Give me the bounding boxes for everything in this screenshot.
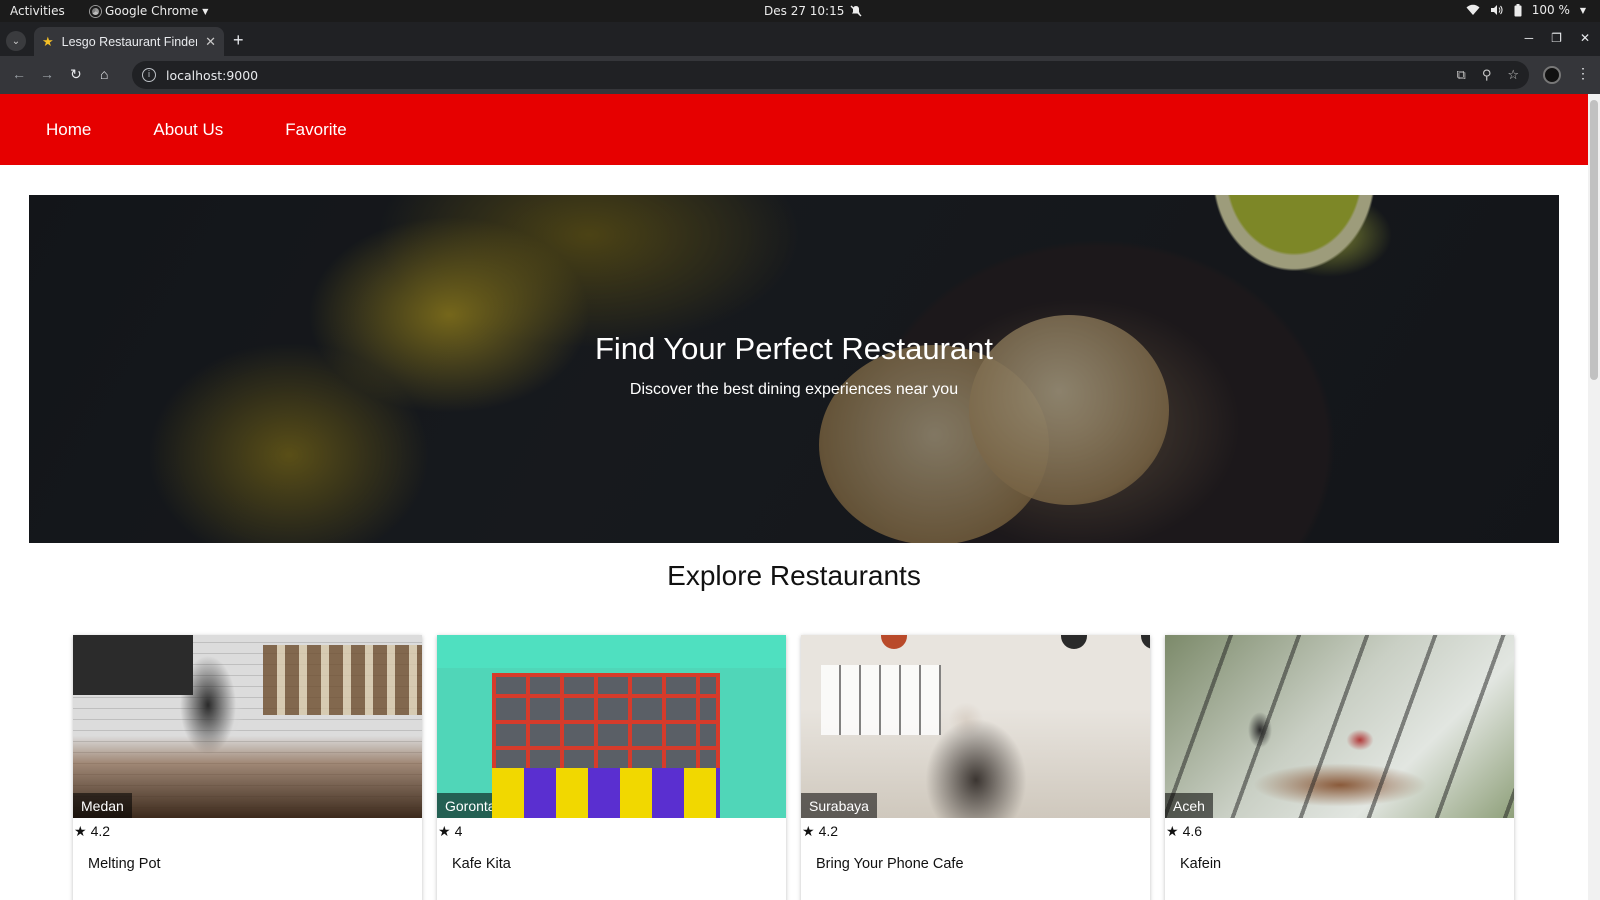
new-tab-button[interactable]: + (233, 30, 244, 51)
page-viewport: Home About Us Favorite Find Your Perfect… (0, 94, 1588, 900)
battery-icon (1514, 3, 1522, 16)
activities-button[interactable]: Activities (10, 4, 65, 18)
city-badge: Surabaya (801, 793, 877, 818)
rating: ★ 4.2 (73, 818, 422, 840)
restaurant-card[interactable]: Medan ★ 4.2 Melting Pot (73, 635, 422, 900)
wifi-icon (1466, 4, 1480, 15)
restaurant-image: Gorontalo (437, 635, 786, 818)
url-text[interactable]: localhost:9000 (166, 68, 1457, 83)
restaurant-image: Medan (73, 635, 422, 818)
explore-title: Explore Restaurants (667, 560, 921, 591)
restaurant-name[interactable]: Kafein (1180, 856, 1221, 872)
close-icon[interactable]: ✕ (205, 34, 216, 50)
rating-value: 4.2 (90, 823, 111, 839)
city-badge: Medan (73, 793, 132, 818)
restaurant-list: Medan ★ 4.2 Melting Pot Gorontalo ★ 4 Ka… (73, 635, 1514, 900)
page-scrollbar[interactable] (1588, 94, 1600, 900)
menu-kebab-icon[interactable]: ⋮ (1576, 65, 1590, 82)
back-icon[interactable]: ← (12, 66, 26, 82)
browser-toolbar: ← → ↻ ⌂ i localhost:9000 ⧉ ⚲ ☆ ⋮ (0, 56, 1600, 94)
minimize-icon[interactable]: ─ (1525, 31, 1534, 45)
caret-down-icon: ▼ (1579, 5, 1586, 15)
chrome-icon (90, 5, 101, 17)
star-icon: ★ (802, 822, 815, 839)
browser-tab[interactable]: ★ Lesgo Restaurant Finder ✕ (34, 27, 224, 56)
star-icon: ★ (438, 822, 451, 839)
restaurant-name[interactable]: Bring Your Phone Cafe (816, 856, 964, 872)
window-controls: ─ ❐ ✕ (1525, 31, 1590, 45)
zoom-icon[interactable]: ⚲ (1482, 68, 1492, 83)
nav-home[interactable]: Home (46, 120, 91, 140)
rating-value: 4.2 (818, 823, 839, 839)
notifications-off-icon (850, 5, 862, 17)
star-icon: ★ (1166, 822, 1179, 839)
restaurant-image: Surabaya (801, 635, 1150, 818)
home-icon[interactable]: ⌂ (100, 66, 108, 82)
rating: ★ 4 (437, 818, 786, 840)
bookmark-star-icon[interactable]: ☆ (1507, 68, 1519, 83)
profile-avatar[interactable] (1543, 66, 1561, 84)
site-info-icon[interactable]: i (142, 68, 156, 82)
rating: ★ 4.2 (801, 818, 1150, 840)
tab-search-button[interactable]: ⌄ (6, 31, 26, 51)
app-name: Google Chrome (105, 4, 199, 18)
system-top-bar: Activities Google Chrome ▼ Des 27 10:15 … (0, 0, 1600, 22)
close-window-icon[interactable]: ✕ (1580, 31, 1590, 45)
forward-icon[interactable]: → (40, 66, 54, 82)
datetime: Des 27 10:15 (764, 4, 845, 18)
volume-icon (1490, 5, 1503, 15)
hero-banner: Find Your Perfect Restaurant Discover th… (29, 195, 1559, 543)
nav-favorite[interactable]: Favorite (285, 120, 346, 140)
browser-tab-strip: ⌄ ★ Lesgo Restaurant Finder ✕ + ─ ❐ ✕ (0, 22, 1600, 56)
caret-down-icon: ▼ (202, 6, 209, 16)
reload-icon[interactable]: ↻ (70, 66, 82, 83)
rating-value: 4.6 (1182, 823, 1203, 839)
address-bar[interactable]: i localhost:9000 ⧉ ⚲ ☆ (132, 61, 1529, 89)
hero-subtitle: Discover the best dining experiences nea… (629, 381, 959, 398)
rating: ★ 4.6 (1165, 818, 1514, 840)
restaurant-card[interactable]: Aceh ★ 4.6 Kafein (1165, 635, 1514, 900)
city-badge: Aceh (1165, 793, 1213, 818)
battery-level: 100 % (1531, 3, 1570, 17)
hero-overlay (29, 195, 1559, 543)
restore-icon[interactable]: ❐ (1551, 31, 1562, 45)
restaurant-name[interactable]: Melting Pot (88, 856, 161, 872)
system-tray[interactable]: 100 % ▼ (1466, 3, 1586, 17)
restaurant-card[interactable]: Surabaya ★ 4.2 Bring Your Phone Cafe (801, 635, 1150, 900)
rating-value: 4 (454, 823, 463, 839)
open-in-app-icon[interactable]: ⧉ (1457, 68, 1466, 83)
clock[interactable]: Des 27 10:15 (764, 4, 862, 18)
tab-title: Lesgo Restaurant Finder (61, 34, 198, 49)
hero-title: Find Your Perfect Restaurant (594, 331, 994, 366)
app-menu[interactable]: Google Chrome ▼ (90, 4, 208, 18)
scrollbar-thumb[interactable] (1590, 100, 1598, 380)
restaurant-card[interactable]: Gorontalo ★ 4 Kafe Kita (437, 635, 786, 900)
nav-about-us[interactable]: About Us (153, 120, 223, 140)
restaurant-name[interactable]: Kafe Kita (452, 856, 511, 872)
star-icon: ★ (74, 822, 87, 839)
star-icon: ★ (42, 33, 54, 49)
site-nav: Home About Us Favorite (0, 94, 1588, 165)
city-badge: Gorontalo (437, 793, 515, 818)
restaurant-image: Aceh (1165, 635, 1514, 818)
